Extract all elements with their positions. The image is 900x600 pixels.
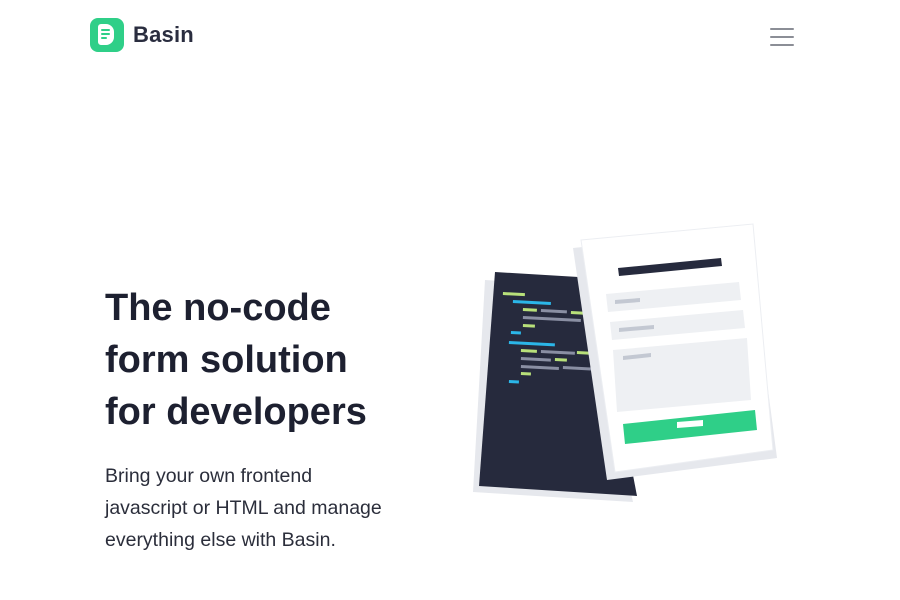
brand-logo-link[interactable]: Basin (90, 18, 194, 52)
hero-title: The no-code form solution for developers (105, 282, 435, 438)
basin-logo-icon (90, 18, 124, 52)
page: Basin The no-code form solution for deve… (0, 0, 900, 600)
brand-name: Basin (133, 22, 194, 47)
hero-title-line: The no-code (105, 287, 331, 329)
site-header: Basin (0, 0, 900, 72)
code-and-form-illustration (473, 223, 777, 502)
form-illustration (573, 223, 777, 480)
hamburger-menu-icon (770, 28, 794, 30)
hero-subtitle: Bring your own frontend javascript or HT… (105, 465, 382, 551)
menu-button[interactable] (768, 25, 796, 49)
hero-title-line: form solution (105, 339, 348, 381)
hero-illustration (455, 210, 795, 520)
hero-title-line: for developers (105, 391, 367, 433)
